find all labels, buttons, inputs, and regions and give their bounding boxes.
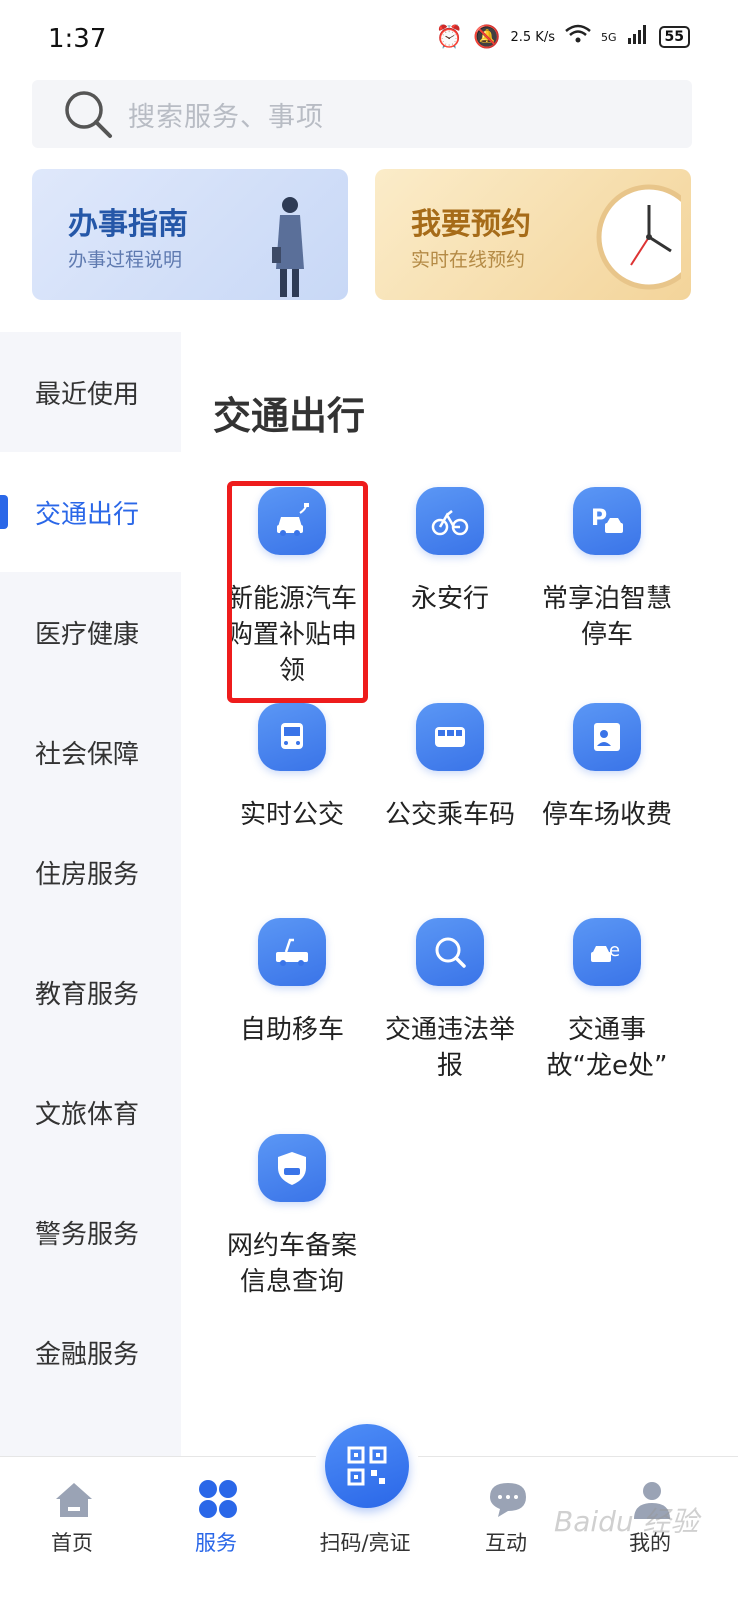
parking-icon: P [573, 487, 641, 555]
service-label: 网约车备案信息查询 [226, 1231, 357, 1297]
search-placeholder: 搜索服务、事项 [128, 101, 324, 133]
booking-banner[interactable]: 我要预约 实时在线预约 [375, 169, 691, 300]
sidebar-item-label: 社会保障 [35, 739, 140, 770]
service-label: 公交乘车码 [384, 800, 515, 830]
sidebar-item-label: 金融服务 [35, 1339, 140, 1370]
service-smart-parking[interactable]: P 常享泊智慧停车 [532, 487, 682, 653]
sidebar-item-label: 最近使用 [35, 379, 140, 410]
sidebar-item-police[interactable]: 警务服务 [0, 1172, 181, 1292]
active-indicator [0, 495, 8, 529]
section-title: 交通出行 [213, 394, 366, 438]
sidebar-item-culture-sports[interactable]: 文旅体育 [0, 1052, 181, 1172]
nav-services[interactable]: 服务 [156, 1457, 276, 1601]
guide-banner-subtitle: 办事过程说明 [68, 249, 183, 271]
guide-banner-title: 办事指南 [68, 207, 188, 242]
service-label: 自助移车 [239, 1015, 344, 1045]
violation-search-icon [416, 918, 484, 986]
nav-label: 首页 [51, 1531, 93, 1555]
qr-code-icon [325, 1424, 409, 1508]
bus-icon [258, 703, 326, 771]
sidebar-item-finance[interactable]: 金融服务 [0, 1292, 181, 1412]
home-icon [56, 1483, 92, 1517]
person-walking-illustration [272, 197, 304, 297]
svg-text:P: P [591, 506, 607, 531]
sidebar-item-label: 文旅体育 [35, 1099, 140, 1130]
bicycle-icon [416, 487, 484, 555]
nav-interaction[interactable]: 互动 [446, 1457, 566, 1601]
booking-banner-title: 我要预约 [411, 207, 531, 242]
sidebar-item-label: 住房服务 [35, 859, 140, 890]
tow-truck-icon [258, 918, 326, 986]
net-speed: 2.5 K/s [510, 29, 555, 45]
service-violation-report[interactable]: 交通违法举报 [375, 918, 525, 1084]
service-label: 交通违法举报 [384, 1015, 515, 1081]
services-icon [199, 1480, 237, 1518]
category-sidebar: 最近使用 交通出行 医疗健康 社会保障 住房服务 教育服务 文旅体育 警务服务 … [0, 332, 181, 1456]
watermark: Baidu 经验 [554, 1505, 699, 1538]
booking-banner-subtitle: 实时在线预约 [411, 249, 526, 271]
service-self-move-car[interactable]: 自助移车 [217, 918, 367, 1048]
sidebar-item-label: 警务服务 [35, 1219, 140, 1250]
service-label: 实时公交 [239, 800, 344, 830]
ride-hailing-icon [258, 1134, 326, 1202]
signal-label: 5G [600, 30, 617, 44]
scan-button[interactable] [315, 1414, 419, 1518]
bus-ticket-icon [416, 703, 484, 771]
service-label: 交通事故“龙e处” [546, 1015, 668, 1081]
sidebar-item-recent[interactable]: 最近使用 [0, 332, 181, 452]
sidebar-item-social-security[interactable]: 社会保障 [0, 692, 181, 812]
search-icon [65, 91, 112, 138]
sidebar-item-transport[interactable]: 交通出行 [0, 452, 181, 572]
search-input[interactable]: 搜索服务、事项 [32, 80, 692, 148]
status-icons: ⏰ 🔕 2.5 K/s 5G 55 [436, 24, 690, 50]
parking-fee-icon [573, 703, 641, 771]
nav-home[interactable]: 首页 [12, 1457, 132, 1601]
service-realtime-bus[interactable]: 实时公交 [217, 703, 367, 833]
alarm-icon: ⏰ [435, 24, 464, 50]
sidebar-item-label: 医疗健康 [35, 619, 140, 650]
highlight-annotation [227, 481, 368, 703]
chat-icon [490, 1483, 526, 1517]
service-ride-hailing-query[interactable]: 网约车备案信息查询 [217, 1134, 367, 1300]
nav-label: 服务 [195, 1531, 237, 1555]
battery-level: 55 [658, 26, 690, 48]
sidebar-item-housing[interactable]: 住房服务 [0, 812, 181, 932]
status-time: 1:37 [48, 24, 107, 54]
scan-button-label: 扫码/亮证 [319, 1531, 411, 1555]
signal-icon [627, 24, 649, 50]
guide-banner[interactable]: 办事指南 办事过程说明 [32, 169, 348, 300]
sidebar-item-label: 交通出行 [35, 499, 140, 530]
service-bus-pass-code[interactable]: 公交乘车码 [375, 703, 525, 833]
svg-text:e: e [609, 940, 620, 961]
mute-icon: 🔕 [473, 24, 501, 50]
service-label: 永安行 [410, 584, 489, 614]
service-label: 常享泊智慧停车 [541, 584, 672, 650]
service-label: 停车场收费 [541, 800, 672, 830]
service-parking-fee[interactable]: 停车场收费 [532, 703, 682, 833]
sidebar-item-label: 教育服务 [35, 979, 140, 1010]
nav-label: 互动 [485, 1531, 527, 1555]
status-bar: 1:37 ⏰ 🔕 2.5 K/s 5G 55 [0, 0, 738, 80]
service-accident-handling[interactable]: e 交通事故“龙e处” [532, 918, 682, 1084]
wifi-icon [565, 24, 591, 50]
sidebar-item-medical[interactable]: 医疗健康 [0, 572, 181, 692]
service-yonganxing[interactable]: 永安行 [375, 487, 525, 617]
clock-icon [596, 184, 681, 290]
sidebar-item-education[interactable]: 教育服务 [0, 932, 181, 1052]
accident-icon: e [573, 918, 641, 986]
